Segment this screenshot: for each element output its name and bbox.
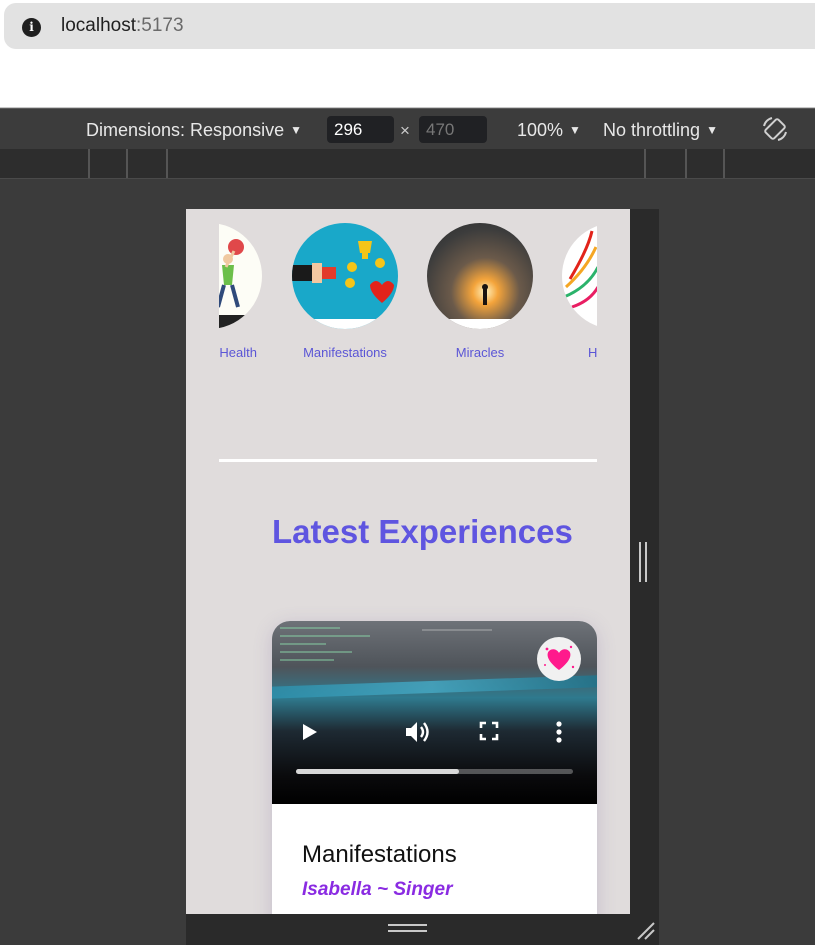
video-frame-line: [422, 629, 492, 631]
video-player[interactable]: [272, 621, 597, 804]
video-frame-line: [280, 627, 340, 629]
fullscreen-icon[interactable]: [479, 721, 499, 741]
ruler-tick: [88, 149, 90, 178]
video-progress-bar[interactable]: [296, 769, 573, 774]
url-port: :5173: [136, 15, 184, 36]
address-bar[interactable]: i localhost:5173: [4, 3, 815, 49]
right-grip-icon[interactable]: [639, 542, 648, 582]
width-input[interactable]: 296: [327, 116, 394, 143]
browser-chrome: i localhost:5173: [0, 0, 815, 108]
ruler-tick: [685, 149, 687, 178]
device-toolbar: Dimensions: Responsive ▼ 296 × 470 100% ▼ …: [0, 108, 815, 149]
zoom-dropdown[interactable]: 100% ▼: [517, 120, 581, 141]
experience-card[interactable]: Manifestations Isabella ~ Singer: [272, 621, 597, 914]
video-frame-line: [280, 659, 334, 661]
video-frame-line: [280, 651, 352, 653]
caret-down-icon: ▼: [290, 123, 302, 137]
throttling-dropdown[interactable]: No throttling ▼: [603, 120, 718, 141]
ruler-tick: [126, 149, 128, 178]
heart-icon: [544, 645, 575, 670]
category-carousel[interactable]: Health Manifestations Miracles H: [219, 209, 597, 379]
more-options-icon[interactable]: [555, 720, 563, 744]
favorite-button[interactable]: [537, 637, 581, 681]
category-label: Health: [219, 345, 257, 360]
video-frame-line: [280, 643, 326, 645]
media-query-ruler: [0, 149, 815, 179]
url-text[interactable]: localhost:5173: [61, 15, 184, 37]
card-title: Manifestations: [302, 841, 457, 868]
corner-resize-icon[interactable]: [634, 919, 656, 941]
category-label: Miracles: [455, 345, 505, 360]
section-divider: [219, 459, 597, 462]
rotate-icon[interactable]: [760, 114, 790, 144]
lotus-image: [562, 223, 597, 329]
caret-down-icon: ▼: [706, 123, 718, 137]
url-host: localhost: [61, 15, 136, 36]
card-author: Isabella ~ Singer: [302, 879, 453, 900]
dimensions-dropdown[interactable]: Dimensions: Responsive ▼: [86, 120, 302, 141]
zoom-label: 100%: [517, 120, 564, 140]
times-sign: ×: [400, 121, 410, 140]
category-miracles[interactable]: Miracles: [427, 223, 533, 360]
fitness-woman-image: [219, 223, 262, 329]
ruler-tick: [723, 149, 725, 178]
category-label: H: [588, 345, 597, 360]
site-info-icon[interactable]: i: [22, 18, 41, 37]
height-input[interactable]: 470: [419, 116, 487, 143]
throttling-label: No throttling: [603, 120, 701, 140]
dimensions-label: Dimensions: Responsive: [86, 120, 285, 140]
category-h[interactable]: H: [562, 223, 597, 360]
device-viewport: Health Manifestations Miracles H Latest …: [186, 209, 630, 914]
category-manifestations[interactable]: Manifestations: [292, 223, 398, 360]
ruler-tick: [644, 149, 646, 178]
light-figure-image: [427, 223, 533, 329]
play-icon[interactable]: [302, 723, 318, 741]
caret-down-icon: ▼: [569, 123, 581, 137]
category-health[interactable]: Health: [219, 223, 262, 360]
bottom-grip-icon[interactable]: [388, 924, 427, 934]
video-frame-line: [280, 635, 370, 637]
trophy-hand-image: [292, 223, 398, 329]
section-title: Latest Experiences: [272, 513, 573, 550]
category-label: Manifestations: [303, 345, 387, 360]
volume-icon[interactable]: [404, 720, 430, 744]
video-progress-fill: [296, 769, 460, 774]
ruler-tick: [166, 149, 168, 178]
